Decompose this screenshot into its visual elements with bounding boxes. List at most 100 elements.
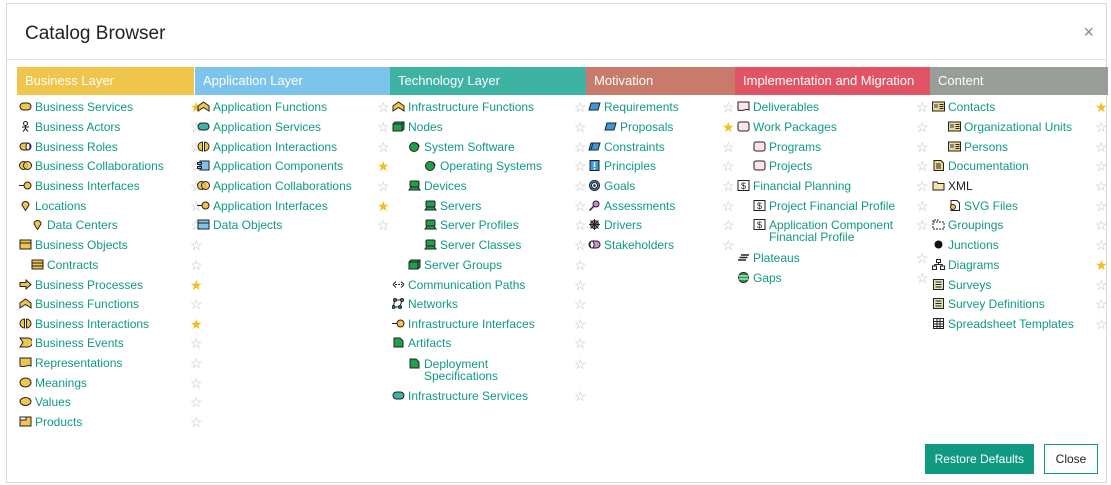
catalog-item-communication-paths[interactable]: Communication Paths bbox=[392, 279, 525, 293]
catalog-item-deployment-specifications[interactable]: Deployment Specifications bbox=[408, 358, 498, 382]
star-outline-icon[interactable]: ☆ bbox=[190, 395, 203, 409]
catalog-item-operating-systems[interactable]: Operating Systems bbox=[424, 160, 542, 174]
star-outline-icon[interactable]: ☆ bbox=[722, 140, 735, 154]
catalog-item-infrastructure-services[interactable]: Infrastructure Services bbox=[392, 390, 528, 404]
star-filled-icon[interactable]: ★ bbox=[1095, 258, 1108, 272]
star-outline-icon[interactable]: ☆ bbox=[1095, 179, 1108, 193]
star-outline-icon[interactable]: ☆ bbox=[916, 199, 929, 213]
catalog-item-junctions[interactable]: Junctions bbox=[932, 239, 999, 253]
catalog-item-spreadsheet-templates[interactable]: Spreadsheet Templates bbox=[932, 318, 1074, 332]
catalog-item-groupings[interactable]: Groupings bbox=[932, 219, 1003, 233]
catalog-item-contracts[interactable]: Contracts bbox=[31, 259, 98, 273]
catalog-item-application-collaborations[interactable]: Application Collaborations bbox=[197, 180, 352, 194]
star-outline-icon[interactable]: ☆ bbox=[377, 218, 390, 232]
catalog-item-svg-files[interactable]: SVG Files bbox=[948, 200, 1018, 214]
catalog-item-work-packages[interactable]: Work Packages bbox=[737, 121, 837, 135]
star-outline-icon[interactable]: ☆ bbox=[574, 238, 587, 252]
catalog-item-proposals[interactable]: Proposals bbox=[604, 121, 673, 135]
catalog-item-nodes[interactable]: Nodes bbox=[392, 121, 443, 135]
star-outline-icon[interactable]: ☆ bbox=[722, 159, 735, 173]
star-outline-icon[interactable]: ☆ bbox=[190, 238, 203, 252]
star-outline-icon[interactable]: ☆ bbox=[574, 199, 587, 213]
catalog-item-business-actors[interactable]: Business Actors bbox=[19, 121, 120, 135]
star-outline-icon[interactable]: ☆ bbox=[574, 357, 587, 371]
star-outline-icon[interactable]: ☆ bbox=[190, 376, 203, 390]
catalog-item-stakeholders[interactable]: Stakeholders bbox=[588, 239, 674, 253]
star-outline-icon[interactable]: ☆ bbox=[190, 258, 203, 272]
catalog-item-business-interfaces[interactable]: Business Interfaces bbox=[19, 180, 140, 194]
star-filled-icon[interactable]: ★ bbox=[377, 159, 390, 173]
close-icon[interactable]: × bbox=[1083, 22, 1094, 43]
star-outline-icon[interactable]: ☆ bbox=[916, 140, 929, 154]
catalog-item-diagrams[interactable]: Diagrams bbox=[932, 259, 999, 273]
star-outline-icon[interactable]: ☆ bbox=[916, 100, 929, 114]
catalog-item-data-objects[interactable]: Data Objects bbox=[197, 219, 282, 233]
catalog-item-gaps[interactable]: Gaps bbox=[737, 272, 782, 286]
catalog-item-constraints[interactable]: Constraints bbox=[588, 141, 665, 155]
star-outline-icon[interactable]: ☆ bbox=[574, 389, 587, 403]
catalog-item-xml[interactable]: XML bbox=[932, 180, 973, 194]
catalog-item-server-profiles[interactable]: Server Profiles bbox=[424, 219, 519, 233]
star-outline-icon[interactable]: ☆ bbox=[377, 140, 390, 154]
star-outline-icon[interactable]: ☆ bbox=[574, 140, 587, 154]
catalog-item-contacts[interactable]: Contacts bbox=[932, 101, 995, 115]
star-outline-icon[interactable]: ☆ bbox=[722, 179, 735, 193]
catalog-item-organizational-units[interactable]: Organizational Units bbox=[948, 121, 1072, 135]
catalog-item-requirements[interactable]: Requirements bbox=[588, 101, 679, 115]
star-filled-icon[interactable]: ★ bbox=[722, 120, 735, 134]
catalog-item-business-events[interactable]: Business Events bbox=[19, 337, 124, 351]
catalog-item-products[interactable]: Products bbox=[19, 416, 82, 430]
star-outline-icon[interactable]: ☆ bbox=[574, 179, 587, 193]
star-outline-icon[interactable]: ☆ bbox=[574, 218, 587, 232]
star-outline-icon[interactable]: ☆ bbox=[190, 336, 203, 350]
star-outline-icon[interactable]: ☆ bbox=[1095, 238, 1108, 252]
star-outline-icon[interactable]: ☆ bbox=[916, 120, 929, 134]
catalog-item-locations[interactable]: Locations bbox=[19, 200, 86, 214]
catalog-item-servers[interactable]: Servers bbox=[424, 200, 481, 214]
star-outline-icon[interactable]: ☆ bbox=[1095, 297, 1108, 311]
catalog-item-application-component-financial-profile[interactable]: $ Application Component Financial Profile bbox=[753, 219, 893, 243]
catalog-item-server-groups[interactable]: Server Groups bbox=[408, 259, 502, 273]
catalog-item-artifacts[interactable]: Artifacts bbox=[392, 337, 451, 351]
star-outline-icon[interactable]: ☆ bbox=[1095, 140, 1108, 154]
catalog-item-surveys[interactable]: Surveys bbox=[932, 279, 991, 293]
catalog-item-financial-planning[interactable]: $ Financial Planning bbox=[737, 180, 851, 194]
catalog-item-persons[interactable]: Persons bbox=[948, 141, 1008, 155]
star-outline-icon[interactable]: ☆ bbox=[574, 100, 587, 114]
catalog-item-assessments[interactable]: Assessments bbox=[588, 200, 675, 214]
star-outline-icon[interactable]: ☆ bbox=[916, 159, 929, 173]
star-outline-icon[interactable]: ☆ bbox=[190, 356, 203, 370]
catalog-item-business-roles[interactable]: Business Roles bbox=[19, 141, 118, 155]
star-outline-icon[interactable]: ☆ bbox=[574, 336, 587, 350]
star-outline-icon[interactable]: ☆ bbox=[916, 251, 929, 265]
catalog-item-business-processes[interactable]: Business Processes bbox=[19, 278, 143, 293]
star-outline-icon[interactable]: ☆ bbox=[574, 159, 587, 173]
star-outline-icon[interactable]: ☆ bbox=[1095, 317, 1108, 331]
catalog-item-meanings[interactable]: Meanings bbox=[19, 377, 87, 391]
star-outline-icon[interactable]: ☆ bbox=[916, 271, 929, 285]
catalog-item-deliverables[interactable]: Deliverables bbox=[737, 101, 819, 115]
catalog-item-system-software[interactable]: System Software bbox=[408, 141, 515, 155]
star-filled-icon[interactable]: ★ bbox=[377, 199, 390, 213]
star-outline-icon[interactable]: ☆ bbox=[1095, 199, 1108, 213]
catalog-item-data-centers[interactable]: Data Centers bbox=[31, 219, 118, 233]
star-outline-icon[interactable]: ☆ bbox=[722, 238, 735, 252]
star-outline-icon[interactable]: ☆ bbox=[1095, 120, 1108, 134]
star-outline-icon[interactable]: ☆ bbox=[377, 100, 390, 114]
catalog-item-documentation[interactable]: Documentation bbox=[932, 160, 1029, 174]
catalog-item-business-services[interactable]: Business Services bbox=[19, 101, 133, 115]
catalog-item-infrastructure-functions[interactable]: Infrastructure Functions bbox=[392, 101, 534, 115]
catalog-item-business-objects[interactable]: Business Objects bbox=[19, 239, 128, 253]
star-outline-icon[interactable]: ☆ bbox=[1095, 278, 1108, 292]
catalog-item-application-interactions[interactable]: Application Interactions bbox=[197, 141, 337, 155]
star-outline-icon[interactable]: ☆ bbox=[916, 218, 929, 232]
restore-defaults-button[interactable]: Restore Defaults bbox=[924, 444, 1034, 474]
star-outline-icon[interactable]: ☆ bbox=[377, 179, 390, 193]
star-filled-icon[interactable]: ★ bbox=[190, 317, 203, 331]
catalog-item-representations[interactable]: Representations bbox=[19, 357, 122, 371]
star-outline-icon[interactable]: ☆ bbox=[1095, 218, 1108, 232]
catalog-item-application-interfaces[interactable]: Application Interfaces bbox=[197, 200, 328, 214]
catalog-item-business-collaborations[interactable]: Business Collaborations bbox=[19, 160, 164, 174]
catalog-item-application-services[interactable]: Application Services bbox=[197, 121, 321, 135]
star-outline-icon[interactable]: ☆ bbox=[722, 100, 735, 114]
